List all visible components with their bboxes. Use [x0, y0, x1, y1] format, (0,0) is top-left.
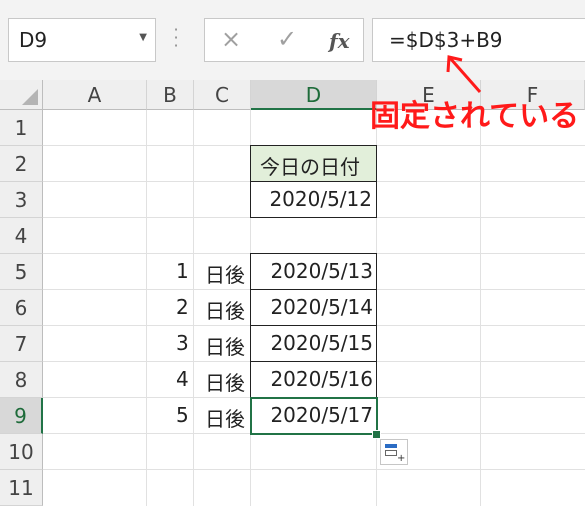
- table-divider: [250, 325, 377, 326]
- gridline: [193, 110, 194, 506]
- gridline: [43, 469, 585, 470]
- column-header-d[interactable]: D: [251, 80, 377, 110]
- spreadsheet-grid[interactable]: A B C D E F 1 2 3 4 5 6 7 8 9 10 11 今日の日…: [0, 80, 585, 506]
- row-header-5[interactable]: 5: [0, 254, 43, 290]
- fill-handle[interactable]: [372, 430, 381, 439]
- formula-buttons: × ✓ fx: [204, 18, 364, 62]
- cell-d5[interactable]: 2020/5/13: [270, 259, 373, 283]
- cell-b6[interactable]: 2: [176, 295, 189, 319]
- cell-c9[interactable]: 日後: [205, 403, 245, 432]
- cell-c7[interactable]: 日後: [205, 331, 245, 360]
- column-header-c[interactable]: C: [194, 80, 251, 110]
- table-divider: [250, 289, 377, 290]
- cell-c8[interactable]: 日後: [205, 367, 245, 396]
- autofill-options-button[interactable]: +: [380, 439, 408, 465]
- cell-d7[interactable]: 2020/5/15: [270, 331, 373, 355]
- row-header-8[interactable]: 8: [0, 362, 43, 398]
- row-header-3[interactable]: 3: [0, 182, 43, 218]
- column-header-a[interactable]: A: [43, 80, 147, 110]
- cell-b8[interactable]: 4: [176, 367, 189, 391]
- cell-b5[interactable]: 1: [176, 259, 189, 283]
- gridline: [146, 110, 147, 506]
- active-cell-selection[interactable]: [250, 397, 378, 435]
- cell-b7[interactable]: 3: [176, 331, 189, 355]
- name-box-value: D9: [19, 28, 48, 52]
- name-box[interactable]: D9 ▼: [8, 18, 156, 62]
- annotation-label: 固定されている: [370, 99, 580, 134]
- row-header-11[interactable]: 11: [0, 470, 43, 506]
- cell-d3[interactable]: 2020/5/12: [250, 181, 377, 218]
- cancel-icon[interactable]: ×: [221, 25, 241, 53]
- row-header-10[interactable]: 10: [0, 434, 43, 470]
- cell-c5[interactable]: 日後: [205, 259, 245, 288]
- check-icon[interactable]: ✓: [277, 25, 297, 53]
- cell-d6[interactable]: 2020/5/14: [270, 295, 373, 319]
- cell-b9[interactable]: 5: [176, 403, 189, 427]
- row-header-4[interactable]: 4: [0, 218, 43, 254]
- row-header-9[interactable]: 9: [0, 398, 43, 434]
- cell-d8[interactable]: 2020/5/16: [270, 367, 373, 391]
- autofill-icon: [385, 444, 397, 448]
- cell-c6[interactable]: 日後: [205, 295, 245, 324]
- select-all-button[interactable]: [0, 80, 43, 110]
- drag-handle-icon[interactable]: · · ·: [172, 22, 180, 54]
- table-divider: [250, 361, 377, 362]
- cell-d2[interactable]: 今日の日付: [250, 145, 377, 182]
- row-header-7[interactable]: 7: [0, 326, 43, 362]
- cell-d3-text: 2020/5/12: [269, 187, 372, 211]
- row-header-1[interactable]: 1: [0, 110, 43, 146]
- column-header-b[interactable]: B: [147, 80, 194, 110]
- chevron-down-icon[interactable]: ▼: [139, 32, 147, 43]
- row-header-6[interactable]: 6: [0, 290, 43, 326]
- gridline: [480, 110, 481, 506]
- insert-function-icon[interactable]: fx: [329, 29, 350, 53]
- cell-d2-text: 今日の日付: [260, 155, 360, 179]
- row-header-2[interactable]: 2: [0, 146, 43, 182]
- formula-text: =$D$3+B9: [389, 28, 503, 52]
